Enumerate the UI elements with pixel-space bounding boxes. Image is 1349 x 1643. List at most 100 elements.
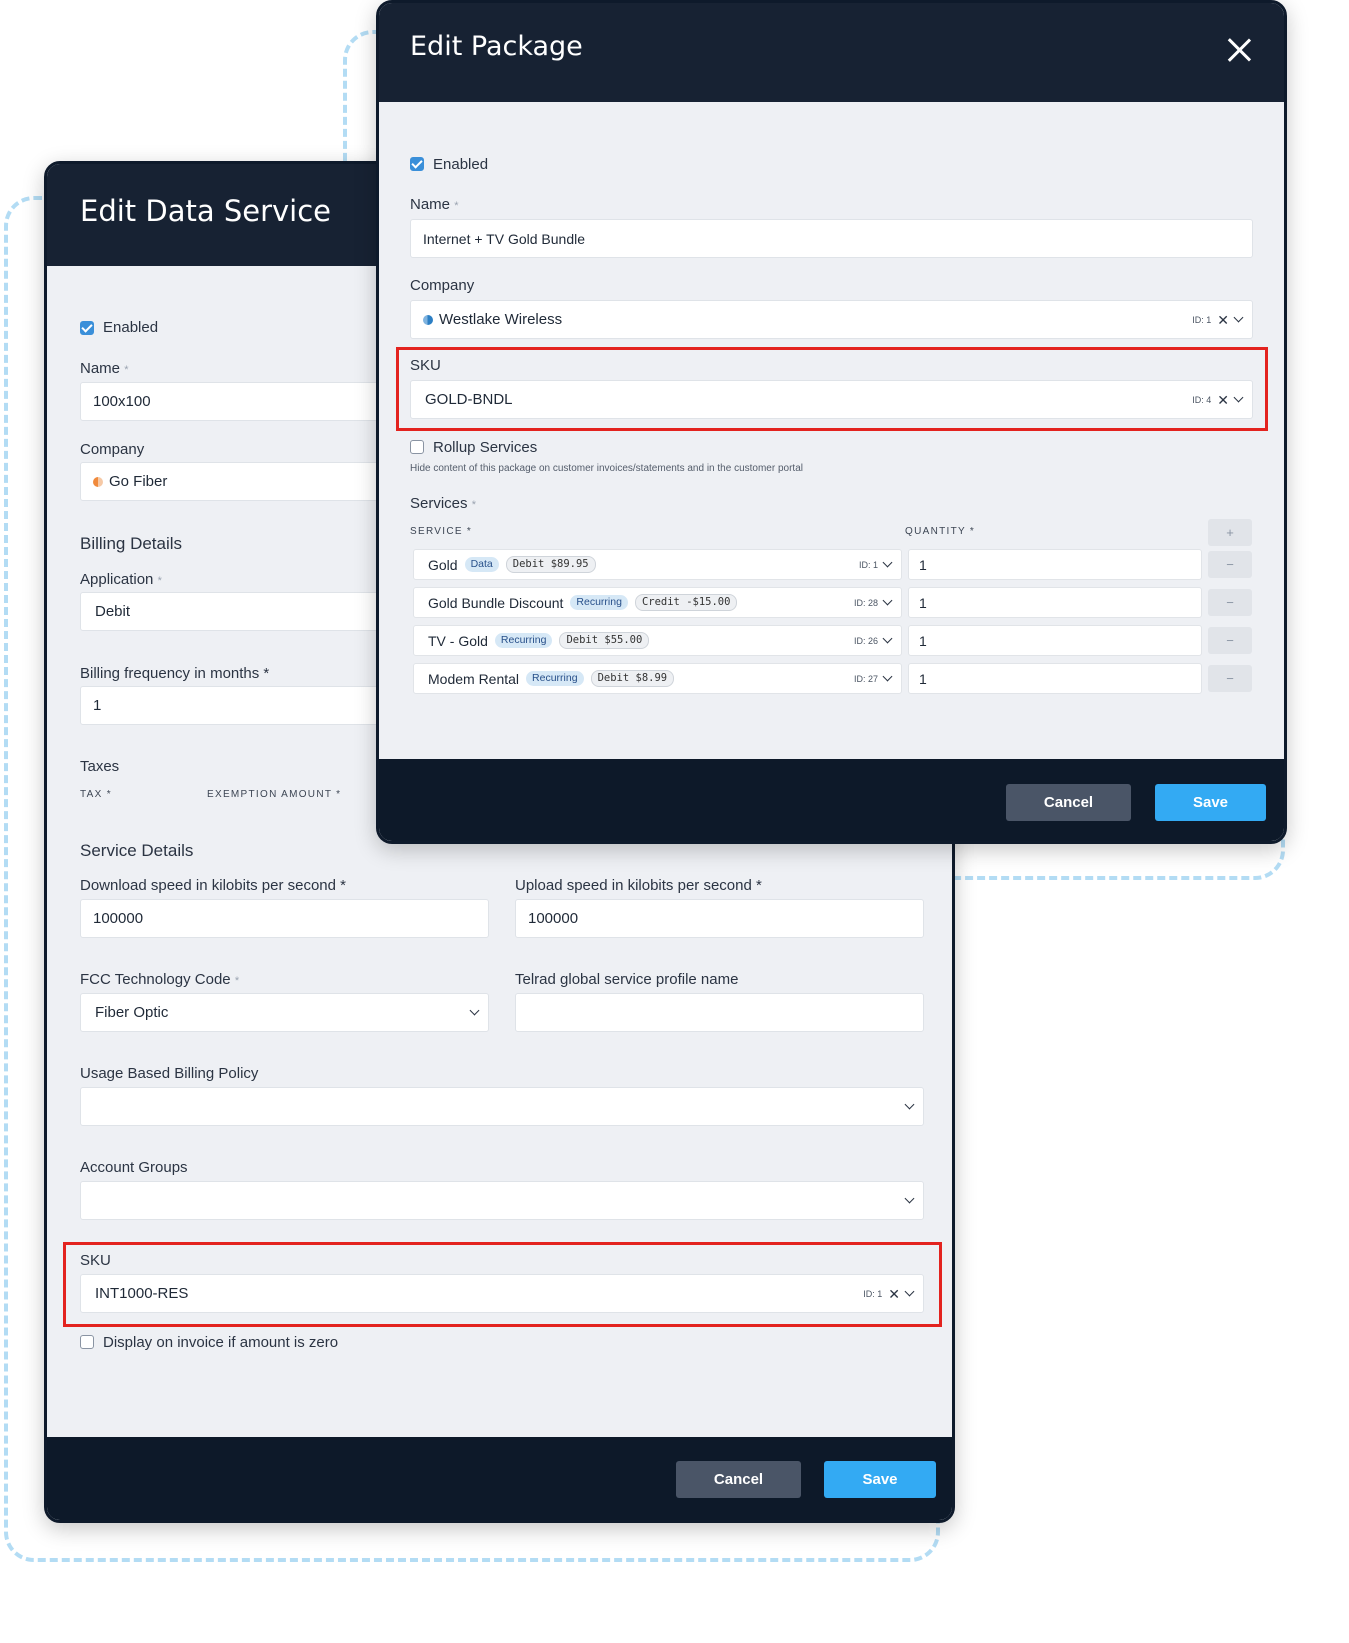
display-zero-checkbox[interactable] bbox=[80, 1335, 94, 1349]
upload-speed-input[interactable]: 100000 bbox=[515, 899, 924, 938]
chevron-down-icon[interactable] bbox=[882, 557, 893, 568]
fcc-controls bbox=[469, 994, 480, 1031]
service-type-badge: Recurring bbox=[526, 671, 584, 686]
company-controls: ID: 1 ✕ bbox=[1192, 301, 1244, 338]
service-row[interactable]: TV - Gold Recurring Debit $55.00 ID: 26 bbox=[413, 625, 902, 656]
enabled-label: Enabled bbox=[433, 156, 489, 173]
remove-service-button[interactable]: − bbox=[1208, 589, 1252, 616]
chevron-down-icon[interactable] bbox=[882, 671, 893, 682]
taxes-label: Taxes bbox=[80, 758, 120, 775]
close-icon[interactable] bbox=[1225, 37, 1253, 65]
quantity-input[interactable]: 1 bbox=[908, 587, 1202, 618]
westlake-logo-icon bbox=[423, 314, 433, 325]
chevron-down-icon[interactable] bbox=[1233, 312, 1244, 323]
edit-package-modal: Edit Package Enabled Name * Internet + T… bbox=[376, 0, 1287, 844]
company-label: Company bbox=[410, 277, 475, 294]
fcc-code-select[interactable]: Fiber Optic bbox=[80, 993, 489, 1032]
service-id-tag: ID: 1 bbox=[858, 559, 878, 570]
remove-service-button[interactable]: − bbox=[1208, 627, 1252, 654]
remove-service-button[interactable]: − bbox=[1208, 665, 1252, 692]
service-row-controls: ID: 27 bbox=[853, 664, 893, 693]
clear-icon[interactable]: ✕ bbox=[1217, 313, 1229, 327]
modal-footer: Cancel Save bbox=[379, 759, 1284, 841]
name-input[interactable]: Internet + TV Gold Bundle bbox=[410, 219, 1253, 258]
modal-footer: Cancel Save bbox=[47, 1437, 952, 1520]
company-label: Company bbox=[80, 441, 145, 458]
service-row[interactable]: Modem Rental Recurring Debit $8.99 ID: 2… bbox=[413, 663, 902, 694]
service-id-tag: ID: 27 bbox=[853, 673, 878, 684]
chevron-down-icon[interactable] bbox=[1233, 392, 1244, 403]
groups-controls bbox=[904, 1182, 915, 1219]
service-id-tag: ID: 28 bbox=[853, 597, 878, 608]
sku-controls: ID: 4 ✕ bbox=[1192, 381, 1244, 418]
rollup-checkbox[interactable] bbox=[410, 440, 424, 454]
sku-controls: ID: 1 ✕ bbox=[863, 1275, 915, 1312]
service-row[interactable]: Gold Data Debit $89.95 ID: 1 bbox=[413, 549, 902, 580]
modal-header: Edit Package bbox=[379, 3, 1284, 102]
company-id-tag: ID: 1 bbox=[1192, 314, 1212, 325]
sku-select[interactable]: GOLD-BNDL ID: 4 ✕ bbox=[410, 380, 1253, 419]
clear-icon[interactable]: ✕ bbox=[888, 1287, 900, 1301]
rollup-label: Rollup Services bbox=[433, 439, 538, 456]
modal-title: Edit Data Service bbox=[80, 194, 332, 228]
quantity-input[interactable]: 1 bbox=[908, 625, 1202, 656]
services-label: Services * bbox=[410, 495, 476, 512]
enabled-checkbox[interactable] bbox=[410, 157, 424, 171]
service-type-badge: Recurring bbox=[570, 595, 628, 610]
add-service-button[interactable]: + bbox=[1208, 519, 1252, 546]
service-name: Modem Rental bbox=[428, 670, 520, 687]
service-name: Gold bbox=[428, 556, 458, 573]
service-row-controls: ID: 26 bbox=[853, 626, 893, 655]
chevron-down-icon[interactable] bbox=[882, 633, 893, 644]
service-price-badge: Debit $55.00 bbox=[559, 632, 650, 649]
cancel-button[interactable]: Cancel bbox=[1006, 784, 1131, 821]
service-name: TV - Gold bbox=[428, 632, 488, 649]
chevron-down-icon[interactable] bbox=[904, 1193, 915, 1204]
quantity-column-header: QUANTITY * bbox=[905, 526, 976, 537]
telrad-input[interactable] bbox=[515, 993, 924, 1032]
chevron-down-icon[interactable] bbox=[882, 595, 893, 606]
service-details-heading: Service Details bbox=[80, 841, 194, 860]
telrad-label: Telrad global service profile name bbox=[515, 971, 739, 988]
service-row[interactable]: Gold Bundle Discount Recurring Credit -$… bbox=[413, 587, 902, 618]
exemption-column-header: EXEMPTION AMOUNT * bbox=[207, 789, 342, 800]
clear-icon[interactable]: ✕ bbox=[1217, 393, 1229, 407]
sku-id-tag: ID: 4 bbox=[1192, 394, 1212, 405]
sku-select[interactable]: INT1000-RES ID: 1 ✕ bbox=[80, 1274, 924, 1313]
service-name: Gold Bundle Discount bbox=[428, 594, 564, 611]
service-price-badge: Debit $8.99 bbox=[590, 670, 675, 687]
quantity-input[interactable]: 1 bbox=[908, 663, 1202, 694]
billing-frequency-label: Billing frequency in months * bbox=[80, 665, 270, 682]
sku-label: SKU bbox=[80, 1252, 111, 1269]
service-column-header: SERVICE * bbox=[410, 526, 473, 537]
service-row-controls: ID: 1 bbox=[858, 550, 893, 579]
download-speed-label: Download speed in kilobits per second * bbox=[80, 877, 347, 894]
application-label: Application * bbox=[80, 571, 162, 588]
save-button[interactable]: Save bbox=[1155, 784, 1266, 821]
account-groups-select[interactable] bbox=[80, 1181, 924, 1220]
chevron-down-icon[interactable] bbox=[904, 1099, 915, 1110]
usage-policy-select[interactable] bbox=[80, 1087, 924, 1126]
chevron-down-icon[interactable] bbox=[469, 1005, 480, 1016]
save-button[interactable]: Save bbox=[824, 1461, 936, 1498]
billing-details-heading: Billing Details bbox=[80, 534, 183, 553]
service-price-badge: Debit $89.95 bbox=[505, 556, 596, 573]
download-speed-input[interactable]: 100000 bbox=[80, 899, 489, 938]
company-select[interactable]: Westlake Wireless ID: 1 ✕ bbox=[410, 300, 1253, 339]
chevron-down-icon[interactable] bbox=[904, 1286, 915, 1297]
sku-id-tag: ID: 1 bbox=[863, 1288, 883, 1299]
account-groups-label: Account Groups bbox=[80, 1159, 188, 1176]
service-id-tag: ID: 26 bbox=[853, 635, 878, 646]
go-fiber-logo-icon bbox=[93, 476, 103, 487]
upload-speed-label: Upload speed in kilobits per second * bbox=[515, 877, 762, 894]
remove-service-button[interactable]: − bbox=[1208, 551, 1252, 578]
modal-title: Edit Package bbox=[410, 31, 583, 62]
service-price-badge: Credit -$15.00 bbox=[634, 594, 738, 611]
quantity-input[interactable]: 1 bbox=[908, 549, 1202, 580]
usage-policy-label: Usage Based Billing Policy bbox=[80, 1065, 259, 1082]
tax-column-header: TAX * bbox=[80, 789, 112, 800]
enabled-checkbox[interactable] bbox=[80, 321, 94, 335]
cancel-button[interactable]: Cancel bbox=[676, 1461, 801, 1498]
rollup-hint: Hide content of this package on customer… bbox=[410, 463, 803, 474]
service-type-badge: Data bbox=[464, 557, 499, 572]
